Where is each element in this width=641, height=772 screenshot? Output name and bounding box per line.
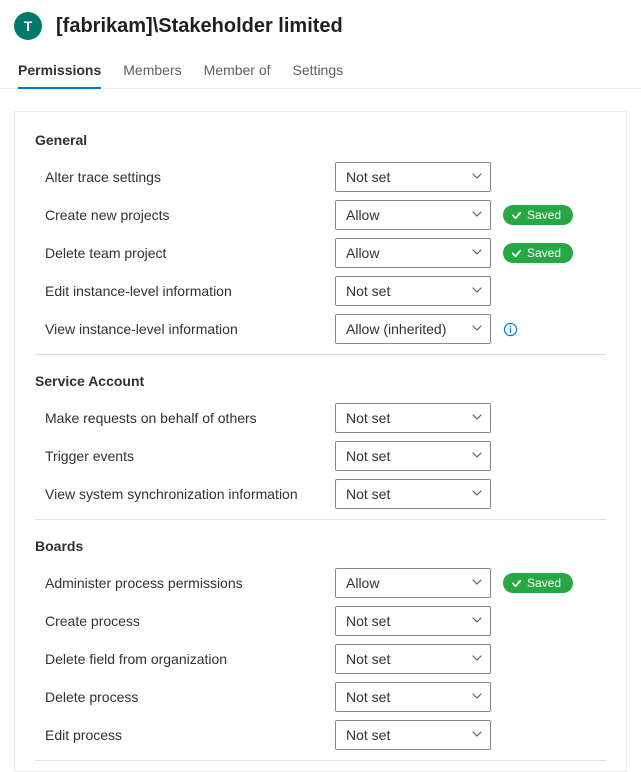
check-icon — [511, 248, 522, 259]
permission-select-value[interactable]: Not set — [335, 441, 491, 471]
permission-select[interactable]: Not set — [335, 606, 491, 636]
info-icon — [503, 322, 518, 337]
permission-row: Administer process permissionsAllow Saved — [35, 564, 606, 602]
avatar: T — [14, 12, 42, 40]
permission-row: Edit instance-level informationNot set — [35, 272, 606, 310]
tab-permissions[interactable]: Permissions — [18, 54, 101, 88]
permission-select-value[interactable]: Allow — [335, 568, 491, 598]
permission-label: Administer process permissions — [35, 575, 335, 591]
saved-badge-label: Saved — [527, 208, 561, 222]
permission-label: Create process — [35, 613, 335, 629]
permission-row: Make requests on behalf of othersNot set — [35, 399, 606, 437]
permission-select[interactable]: Allow — [335, 200, 491, 230]
permission-select-value[interactable]: Not set — [335, 682, 491, 712]
section-divider — [35, 519, 606, 520]
permission-select-value[interactable]: Allow — [335, 238, 491, 268]
permission-select-value[interactable]: Not set — [335, 644, 491, 674]
permission-select[interactable]: Not set — [335, 162, 491, 192]
title-group: Stakeholder limited — [158, 15, 343, 37]
permission-select-value[interactable]: Allow — [335, 200, 491, 230]
permission-label: Delete team project — [35, 245, 335, 261]
section-boards: Boards Administer process permissionsAllo… — [35, 538, 606, 761]
permission-label: View instance-level information — [35, 321, 335, 337]
permission-row: View instance-level informationAllow (in… — [35, 310, 606, 348]
permission-row: Trigger eventsNot set — [35, 437, 606, 475]
tab-member-of[interactable]: Member of — [204, 54, 271, 88]
tab-settings[interactable]: Settings — [293, 54, 344, 88]
permission-select[interactable]: Not set — [335, 682, 491, 712]
permission-row: Delete field from organizationNot set — [35, 640, 606, 678]
permission-label: Delete field from organization — [35, 651, 335, 667]
saved-badge: Saved — [503, 573, 573, 593]
permission-select[interactable]: Not set — [335, 403, 491, 433]
permission-row: Create new projectsAllow Saved — [35, 196, 606, 234]
permission-row: Delete team projectAllow Saved — [35, 234, 606, 272]
permission-select[interactable]: Allow — [335, 568, 491, 598]
permission-label: Alter trace settings — [35, 169, 335, 185]
permission-row: Edit processNot set — [35, 716, 606, 754]
page-title: [fabrikam]\Stakeholder limited — [56, 15, 343, 38]
permission-select[interactable]: Allow (inherited) — [335, 314, 491, 344]
check-icon — [511, 578, 522, 589]
permission-label: Delete process — [35, 689, 335, 705]
section-title: Boards — [35, 538, 606, 554]
permission-label: Make requests on behalf of others — [35, 410, 335, 426]
section-divider — [35, 760, 606, 761]
section-title: Service Account — [35, 373, 606, 389]
permission-select[interactable]: Not set — [335, 644, 491, 674]
tab-members[interactable]: Members — [123, 54, 181, 88]
permission-select[interactable]: Allow — [335, 238, 491, 268]
title-org: [fabrikam] — [56, 15, 153, 37]
section-service-account: Service Account Make requests on behalf o… — [35, 373, 606, 520]
saved-badge-label: Saved — [527, 576, 561, 590]
permission-row: Delete processNot set — [35, 678, 606, 716]
section-title: General — [35, 132, 606, 148]
permission-select-value[interactable]: Allow (inherited) — [335, 314, 491, 344]
section-divider — [35, 354, 606, 355]
permission-label: View system synchronization information — [35, 486, 335, 502]
saved-badge: Saved — [503, 243, 573, 263]
permissions-panel: GeneralAlter trace settingsNot setCreate… — [14, 111, 627, 772]
permission-row: Alter trace settingsNot set — [35, 158, 606, 196]
permission-label: Edit instance-level information — [35, 283, 335, 299]
permission-select-value[interactable]: Not set — [335, 606, 491, 636]
info-button[interactable] — [503, 322, 518, 337]
permission-label: Create new projects — [35, 207, 335, 223]
permission-select-value[interactable]: Not set — [335, 162, 491, 192]
permission-select[interactable]: Not set — [335, 441, 491, 471]
permission-select-value[interactable]: Not set — [335, 479, 491, 509]
permission-row: View system synchronization informationN… — [35, 475, 606, 513]
permission-select[interactable]: Not set — [335, 276, 491, 306]
page-header: T [fabrikam]\Stakeholder limited — [0, 0, 641, 48]
permission-select[interactable]: Not set — [335, 479, 491, 509]
tabs: Permissions Members Member of Settings — [0, 48, 641, 89]
section-general: GeneralAlter trace settingsNot setCreate… — [35, 132, 606, 355]
permission-select-value[interactable]: Not set — [335, 403, 491, 433]
permission-label: Trigger events — [35, 448, 335, 464]
permission-label: Edit process — [35, 727, 335, 743]
permission-row: Create processNot set — [35, 602, 606, 640]
saved-badge: Saved — [503, 205, 573, 225]
check-icon — [511, 210, 522, 221]
saved-badge-label: Saved — [527, 246, 561, 260]
permission-select-value[interactable]: Not set — [335, 276, 491, 306]
